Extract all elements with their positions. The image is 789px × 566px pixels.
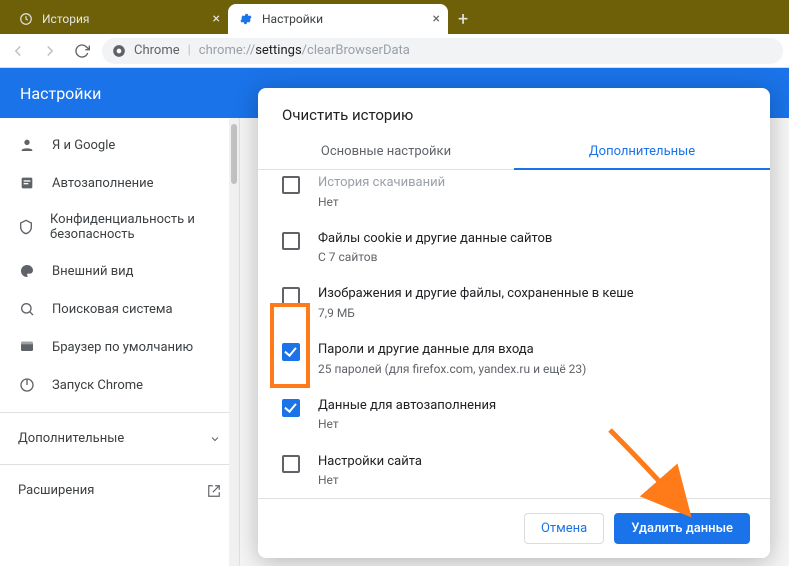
option-site-settings[interactable]: Настройки сайтаНет <box>282 443 746 498</box>
cancel-button[interactable]: Отмена <box>524 513 604 544</box>
tab-basic[interactable]: Основные настройки <box>258 134 514 169</box>
settings-header-title: Настройки <box>20 84 101 103</box>
option-cached-files[interactable]: Изображения и другие файлы, сохраненные … <box>282 275 746 331</box>
clear-browsing-data-dialog: Очистить историю Основные настройки Допо… <box>258 88 770 558</box>
option-passwords[interactable]: Пароли и другие данные для входа25 парол… <box>282 331 746 387</box>
dialog-footer: Отмена Удалить данные <box>258 498 770 558</box>
chrome-icon <box>112 44 126 58</box>
option-autofill-data[interactable]: Данные для автозаполненияНет <box>282 387 746 443</box>
browser-icon <box>18 338 36 356</box>
browser-toolbar: Chrome | chrome://settings/clearBrowserD… <box>0 34 789 68</box>
option-cookies[interactable]: Файлы cookie и другие данные сайтовС 7 с… <box>282 220 746 276</box>
sidebar-item-search[interactable]: Поисковая система <box>0 290 239 328</box>
palette-icon <box>18 262 36 280</box>
checkbox[interactable] <box>282 399 300 417</box>
dialog-tabs: Основные настройки Дополнительные <box>258 134 770 170</box>
sidebar-advanced[interactable]: Дополнительные <box>0 421 239 456</box>
new-tab-button[interactable]: + <box>448 4 478 34</box>
search-icon <box>18 300 36 318</box>
tab-strip: История × Настройки × + <box>0 0 789 34</box>
sidebar-scrollbar[interactable] <box>229 118 239 566</box>
autofill-icon <box>18 174 36 192</box>
omnibox[interactable]: Chrome | chrome://settings/clearBrowserD… <box>102 38 783 64</box>
sidebar-item-appearance[interactable]: Внешний вид <box>0 252 239 290</box>
checkbox[interactable] <box>282 343 300 361</box>
sidebar-extensions[interactable]: Расширения <box>0 473 239 508</box>
shield-icon <box>18 218 34 236</box>
omnibox-chrome-label: Chrome <box>134 43 180 58</box>
checkbox[interactable] <box>282 176 300 194</box>
reload-button[interactable] <box>70 39 94 63</box>
external-link-icon <box>207 484 221 498</box>
close-icon[interactable]: × <box>213 11 220 27</box>
checkbox[interactable] <box>282 287 300 305</box>
sidebar-item-autofill[interactable]: Автозаполнение <box>0 164 239 202</box>
clear-data-button[interactable]: Удалить данные <box>614 513 750 544</box>
forward-button[interactable] <box>38 39 62 63</box>
tab-history[interactable]: История × <box>8 4 228 34</box>
tab-history-label: История <box>42 12 89 26</box>
sidebar-item-startup[interactable]: Запуск Chrome <box>0 366 239 404</box>
tab-advanced[interactable]: Дополнительные <box>514 134 770 169</box>
power-icon <box>18 376 36 394</box>
checkbox[interactable] <box>282 455 300 473</box>
close-icon[interactable]: × <box>433 11 440 27</box>
tab-settings-label: Настройки <box>262 12 323 26</box>
settings-favicon <box>238 11 254 27</box>
checkbox[interactable] <box>282 232 300 250</box>
dialog-title: Очистить историю <box>258 88 770 134</box>
omnibox-url: chrome://settings/clearBrowserData <box>199 43 410 58</box>
option-download-history[interactable]: История скачиванийНет <box>282 174 746 220</box>
sidebar-item-me-and-google[interactable]: Я и Google <box>0 126 239 164</box>
tab-settings[interactable]: Настройки × <box>228 4 448 34</box>
back-button[interactable] <box>6 39 30 63</box>
person-icon <box>18 136 36 154</box>
sidebar-item-default-browser[interactable]: Браузер по умолчанию <box>0 328 239 366</box>
dialog-body: История скачиванийНет Файлы cookie и дру… <box>258 170 770 498</box>
sidebar-item-privacy[interactable]: Конфиденциальность и безопасность <box>0 202 239 252</box>
history-favicon <box>18 11 34 27</box>
settings-sidebar: Я и Google Автозаполнение Конфиденциальн… <box>0 118 240 566</box>
chevron-down-icon <box>209 433 221 445</box>
